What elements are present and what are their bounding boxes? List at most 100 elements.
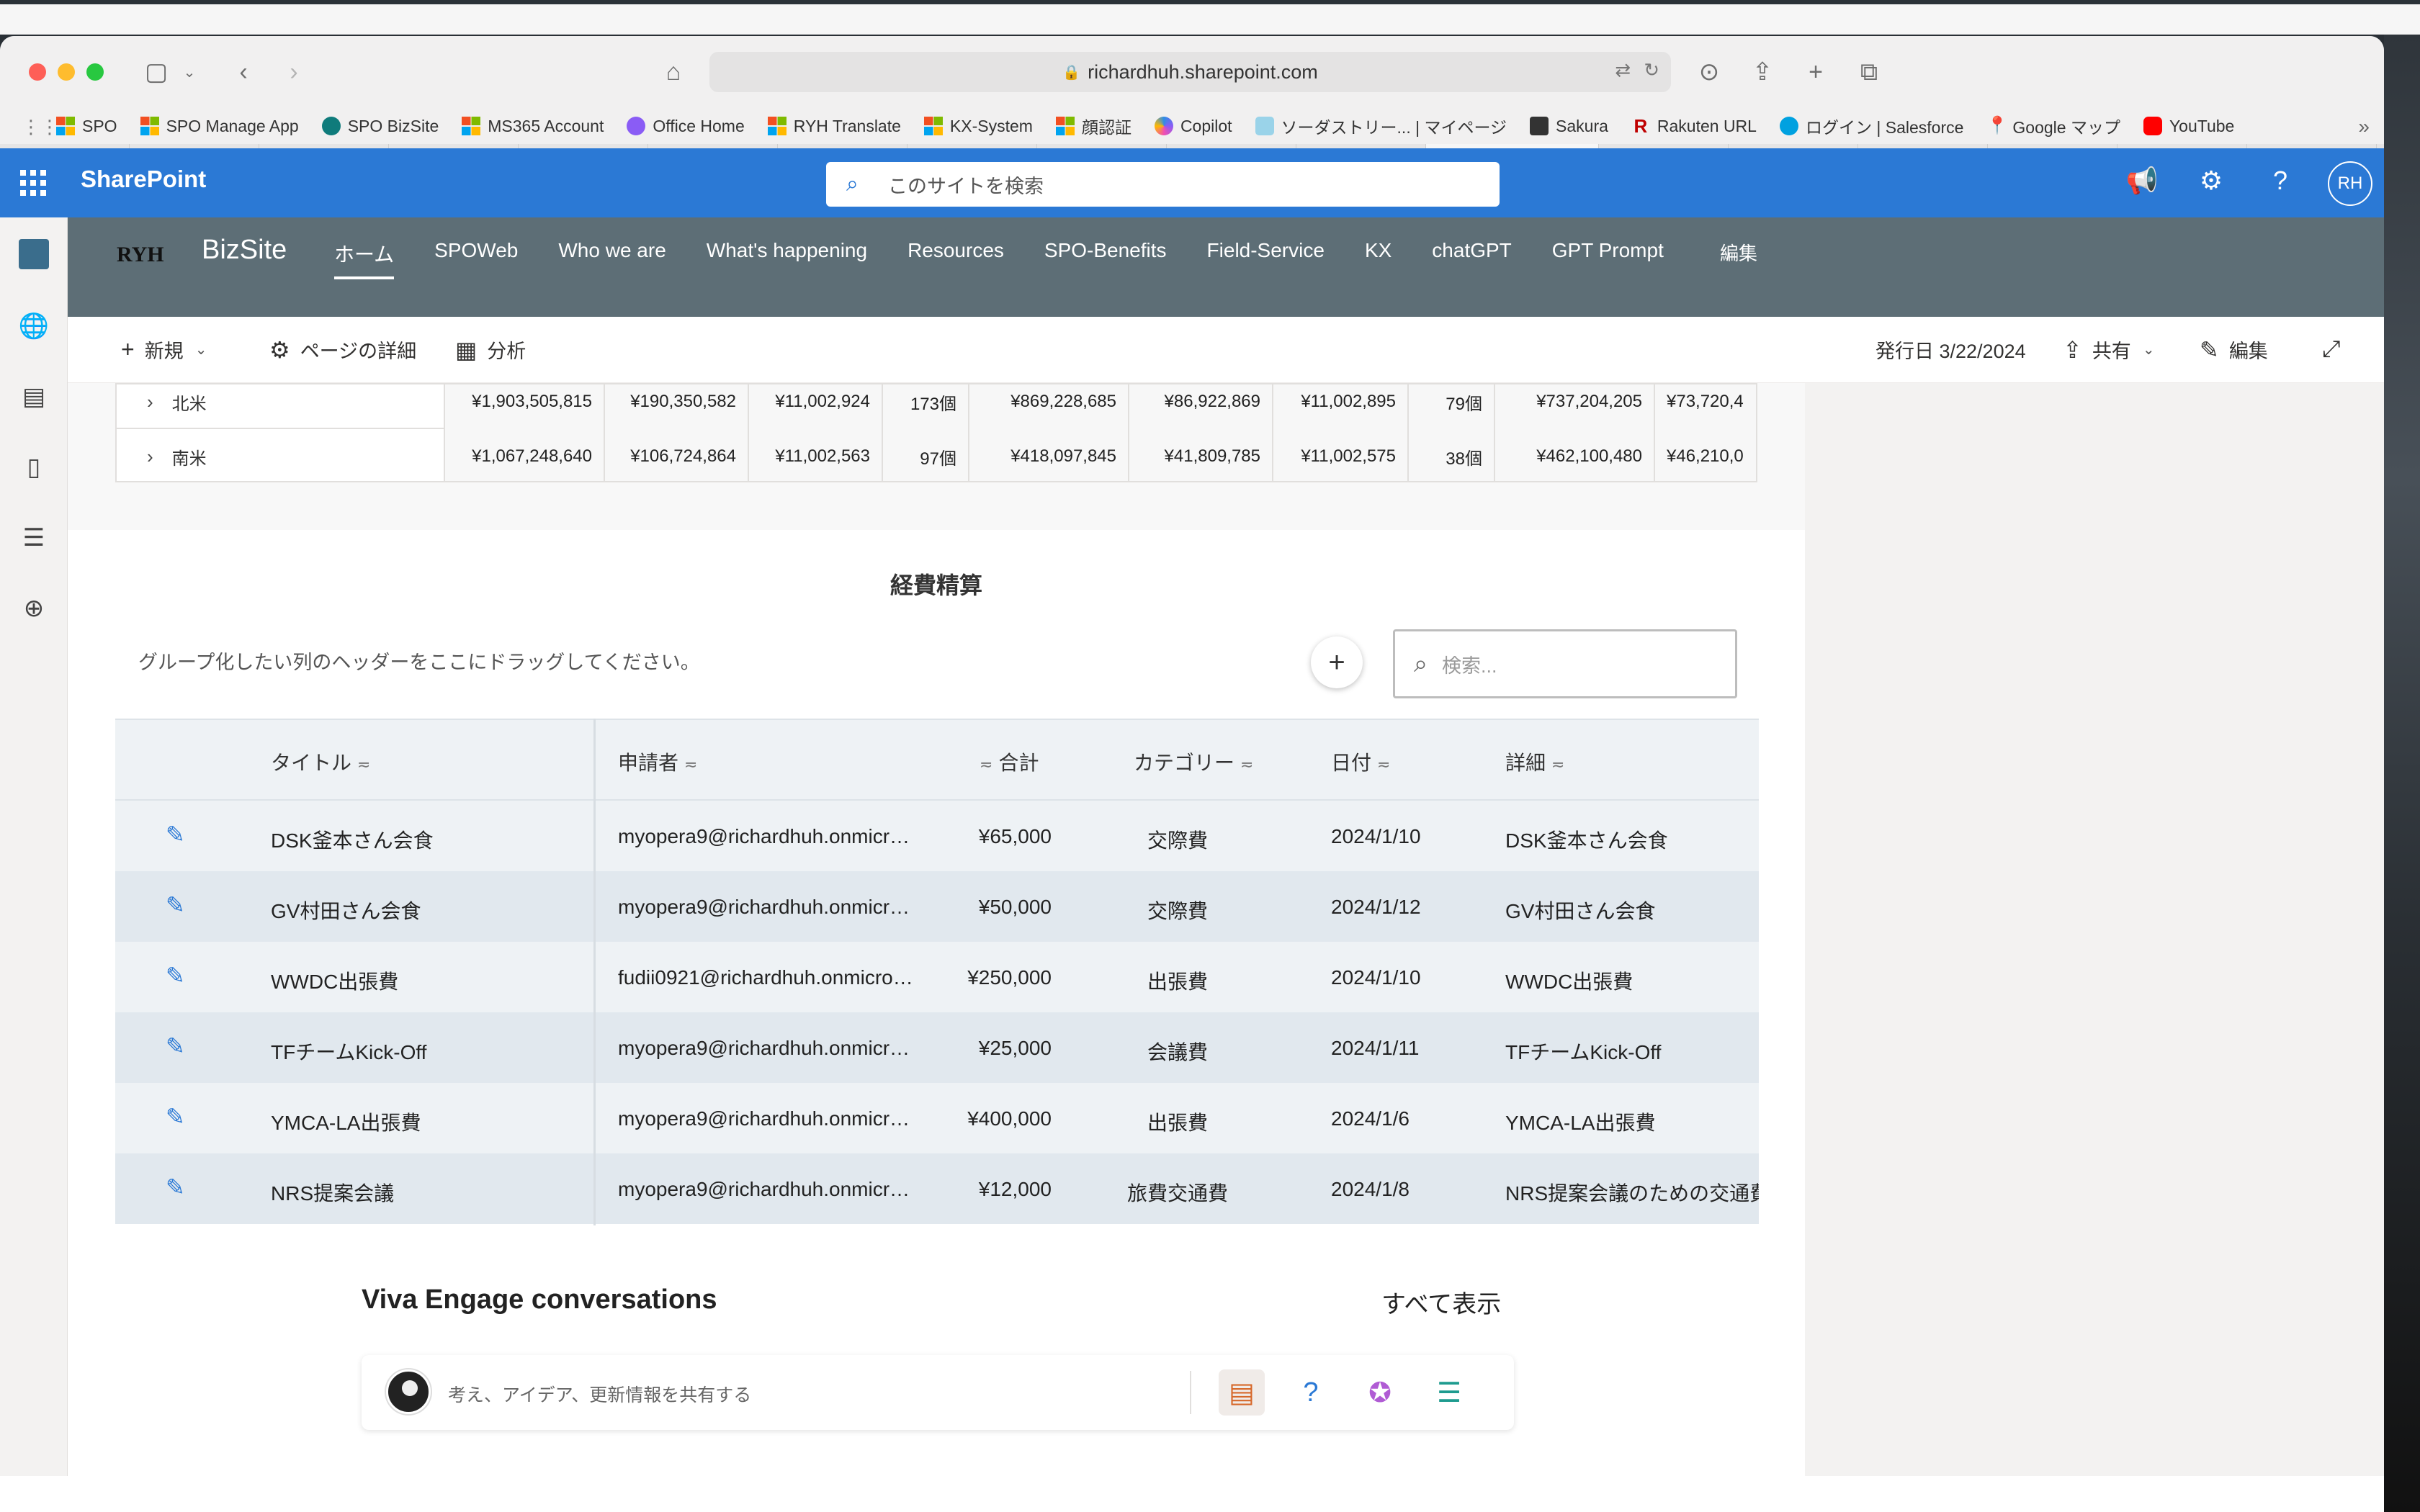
filter-icon[interactable]: ≂: [1377, 755, 1390, 773]
see-all-link[interactable]: すべて表示: [1381, 1284, 1501, 1320]
bookmark-item[interactable]: KX-System: [923, 117, 1033, 136]
gear-icon[interactable]: ⚙: [2194, 166, 2228, 196]
apps-grid-icon[interactable]: ⋮⋮: [22, 116, 59, 138]
add-item-button[interactable]: +: [1311, 636, 1363, 688]
more-bookmarks-icon[interactable]: »: [2358, 115, 2370, 138]
discussion-icon[interactable]: ▤: [1219, 1369, 1265, 1416]
list-icon[interactable]: ☰: [17, 521, 50, 554]
viva-post-input[interactable]: 考え、アイデア、更新情報を共有する: [448, 1381, 751, 1407]
column-header-detail[interactable]: 詳細 ≂: [1505, 747, 1564, 776]
praise-icon[interactable]: ✪: [1357, 1369, 1403, 1416]
bookmark-item[interactable]: R Rakuten URL: [1631, 117, 1757, 136]
zoom-window-button[interactable]: [86, 63, 104, 81]
chevron-right-icon[interactable]: ›: [147, 446, 153, 468]
bookmark-item[interactable]: SPO BizSite: [321, 117, 439, 136]
filter-icon[interactable]: ≂: [684, 755, 697, 773]
address-bar[interactable]: 🔒 richardhuh.sharepoint.com ⇄ ↻: [709, 52, 1671, 92]
grid-search-input[interactable]: ⌕ 検索...: [1393, 629, 1737, 698]
chevron-down-icon[interactable]: ⌄: [179, 56, 200, 88]
reload-icon[interactable]: ↻: [1644, 59, 1659, 81]
bookmark-item[interactable]: Copilot: [1154, 117, 1232, 136]
pivot-row-header[interactable]: › 北米: [117, 384, 445, 429]
site-search-input[interactable]: ⌕ このサイトを検索: [826, 162, 1500, 207]
pivot-row-header[interactable]: › 南米: [117, 429, 445, 481]
table-row[interactable]: ✎ DSK釜本さん会食 myopera9@richardhuh.onmicrosof…: [115, 801, 1759, 871]
column-header-applicant[interactable]: 申請者 ≂: [618, 747, 697, 776]
megaphone-icon[interactable]: 📢: [2125, 166, 2159, 196]
nav-item[interactable]: Resources: [908, 239, 1004, 279]
home-icon[interactable]: ⌂: [655, 56, 691, 88]
nav-item[interactable]: GPT Prompt: [1552, 239, 1664, 279]
filter-icon[interactable]: ≂: [1551, 755, 1564, 773]
nav-item[interactable]: SPO-Benefits: [1044, 239, 1167, 279]
chevron-right-icon[interactable]: ›: [147, 391, 153, 413]
nav-item[interactable]: SPOWeb: [434, 239, 518, 279]
forward-arrow-icon[interactable]: ›: [279, 56, 308, 88]
nav-item[interactable]: What's happening: [707, 239, 867, 279]
close-window-button[interactable]: [29, 63, 46, 81]
table-row[interactable]: ✎ WWDC出張費 fudii0921@richardhuh.onmicrosoft…: [115, 942, 1759, 1012]
bookmark-item[interactable]: SPO Manage App: [140, 117, 299, 136]
help-icon[interactable]: ?: [2263, 166, 2298, 196]
bookmark-item[interactable]: Sakura: [1530, 117, 1608, 136]
edit-pencil-icon[interactable]: ✎: [166, 821, 185, 848]
column-header-total[interactable]: ≂ 合計: [980, 747, 1039, 776]
avatar[interactable]: RH: [2328, 161, 2372, 206]
app-launcher-icon[interactable]: [20, 170, 46, 196]
table-row[interactable]: ✎ GV村田さん会食 myopera9@richardhuh.onmicrosoft…: [115, 871, 1759, 942]
bookmark-item[interactable]: MS365 Account: [462, 117, 604, 136]
site-name[interactable]: BizSite: [202, 235, 287, 266]
translate-icon[interactable]: ⇄: [1615, 59, 1631, 81]
edit-pencil-icon[interactable]: ✎: [166, 1174, 185, 1201]
download-icon[interactable]: ⊙: [1691, 56, 1727, 88]
add-circle-icon[interactable]: ⊕: [17, 592, 50, 625]
nav-item[interactable]: ホーム: [334, 239, 395, 279]
site-logo[interactable]: RYH: [117, 235, 182, 275]
tab-overview-icon[interactable]: ⧉: [1851, 56, 1887, 88]
filter-icon[interactable]: ≂: [1240, 755, 1253, 773]
minimize-window-button[interactable]: [58, 63, 75, 81]
nav-edit-link[interactable]: 編集: [1720, 239, 1757, 266]
news-icon[interactable]: ▤: [17, 380, 50, 413]
sidebar-toggle-icon[interactable]: ▢: [138, 56, 174, 88]
bookmark-item[interactable]: RYH Translate: [767, 117, 901, 136]
filter-icon[interactable]: ≂: [357, 755, 370, 773]
nav-item[interactable]: KX: [1365, 239, 1392, 279]
bookmark-item[interactable]: Office Home: [627, 117, 745, 136]
back-arrow-icon[interactable]: ‹: [229, 56, 258, 88]
edit-button[interactable]: ✎ 編集: [2200, 336, 2268, 364]
suite-title[interactable]: SharePoint: [81, 166, 206, 193]
question-icon[interactable]: ?: [1288, 1369, 1334, 1416]
nav-item[interactable]: Field-Service: [1207, 239, 1325, 279]
site-logo-icon[interactable]: [19, 239, 49, 269]
column-header-date[interactable]: 日付 ≂: [1331, 747, 1390, 776]
edit-pencil-icon[interactable]: ✎: [166, 962, 185, 989]
edit-pencil-icon[interactable]: ✎: [166, 1103, 185, 1130]
analytics-button[interactable]: ▦ 分析: [455, 336, 526, 364]
edit-pencil-icon[interactable]: ✎: [166, 1032, 185, 1060]
bookmark-item[interactable]: ソーダストリー... | マイページ: [1255, 114, 1507, 138]
bookmark-item[interactable]: 📍 Google マップ: [1986, 114, 2120, 138]
table-row[interactable]: ✎ YMCA-LA出張費 myopera9@richardhuh.onmicroso…: [115, 1083, 1759, 1153]
share-icon[interactable]: ⇪: [1744, 56, 1780, 88]
new-button[interactable]: + 新規 ⌄: [121, 336, 207, 364]
expand-icon[interactable]: ⤢: [2322, 336, 2351, 363]
share-button[interactable]: ⇪ 共有 ⌄: [2063, 336, 2155, 364]
poll-icon[interactable]: ☰: [1426, 1369, 1472, 1416]
bookmark-item[interactable]: SPO: [56, 117, 117, 136]
document-icon[interactable]: ▯: [17, 451, 50, 484]
nav-item[interactable]: chatGPT: [1432, 239, 1511, 279]
page-details-button[interactable]: ⚙ ページの詳細: [269, 336, 416, 364]
table-row[interactable]: ✎ TFチームKick-Off myopera9@richardhuh.onmicr…: [115, 1012, 1759, 1083]
nav-item[interactable]: Who we are: [558, 239, 666, 279]
filter-icon[interactable]: ≂: [980, 755, 992, 773]
edit-pencil-icon[interactable]: ✎: [166, 891, 185, 919]
bookmark-item[interactable]: ログイン | Salesforce: [1779, 114, 1963, 138]
table-row[interactable]: ✎ NRS提案会議 myopera9@richardhuh.onmicrosoft.…: [115, 1153, 1759, 1224]
new-tab-icon[interactable]: +: [1798, 56, 1834, 88]
bookmark-item[interactable]: YouTube: [2143, 117, 2234, 136]
group-by-drop-zone[interactable]: グループ化したい列のヘッダーをここにドラッグしてください。: [138, 647, 700, 675]
bookmark-item[interactable]: 顔認証: [1055, 114, 1131, 138]
globe-icon[interactable]: 🌐: [17, 310, 50, 343]
column-header-title[interactable]: タイトル ≂: [271, 747, 370, 776]
